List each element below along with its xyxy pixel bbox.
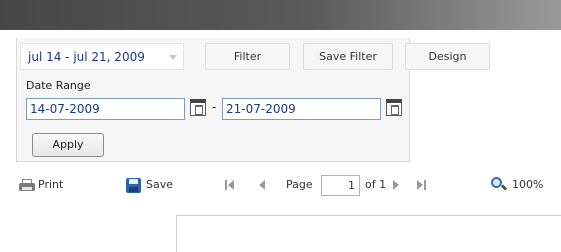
magnifier-icon[interactable]	[491, 177, 508, 193]
floppy-disk-icon[interactable]	[126, 178, 141, 193]
start-date-input[interactable]: 14-07-2009	[26, 98, 185, 120]
page-count-label: of 1	[365, 178, 387, 191]
design-button[interactable]: Design	[405, 43, 490, 70]
page-label: Page	[286, 178, 313, 191]
previous-page-icon[interactable]	[257, 179, 269, 191]
apply-button[interactable]: Apply	[32, 133, 104, 157]
zoom-level-button[interactable]: 100%	[512, 176, 543, 194]
date-range-label: Date Range	[26, 79, 91, 92]
last-page-icon[interactable]	[416, 179, 428, 191]
page-number-input[interactable]: 1	[321, 175, 360, 196]
next-page-icon[interactable]	[390, 179, 402, 191]
first-page-icon[interactable]	[225, 179, 237, 191]
printer-icon[interactable]	[19, 179, 35, 191]
date-range-dropdown[interactable]: jul 14 - jul 21, 2009	[20, 43, 184, 70]
date-separator: -	[212, 100, 217, 114]
filter-button[interactable]: Filter	[205, 43, 290, 70]
date-range-selected-value: jul 14 - jul 21, 2009	[28, 50, 145, 64]
calendar-icon[interactable]	[190, 99, 206, 116]
calendar-icon[interactable]	[386, 99, 402, 116]
title-bar	[0, 0, 561, 30]
chevron-down-icon	[169, 55, 177, 60]
print-button[interactable]: Print	[38, 176, 63, 194]
save-filter-button[interactable]: Save Filter	[303, 43, 393, 70]
report-viewer-area	[176, 215, 561, 252]
report-toolbar	[0, 168, 561, 202]
save-button[interactable]: Save	[146, 176, 173, 194]
end-date-input[interactable]: 21-07-2009	[222, 98, 381, 120]
